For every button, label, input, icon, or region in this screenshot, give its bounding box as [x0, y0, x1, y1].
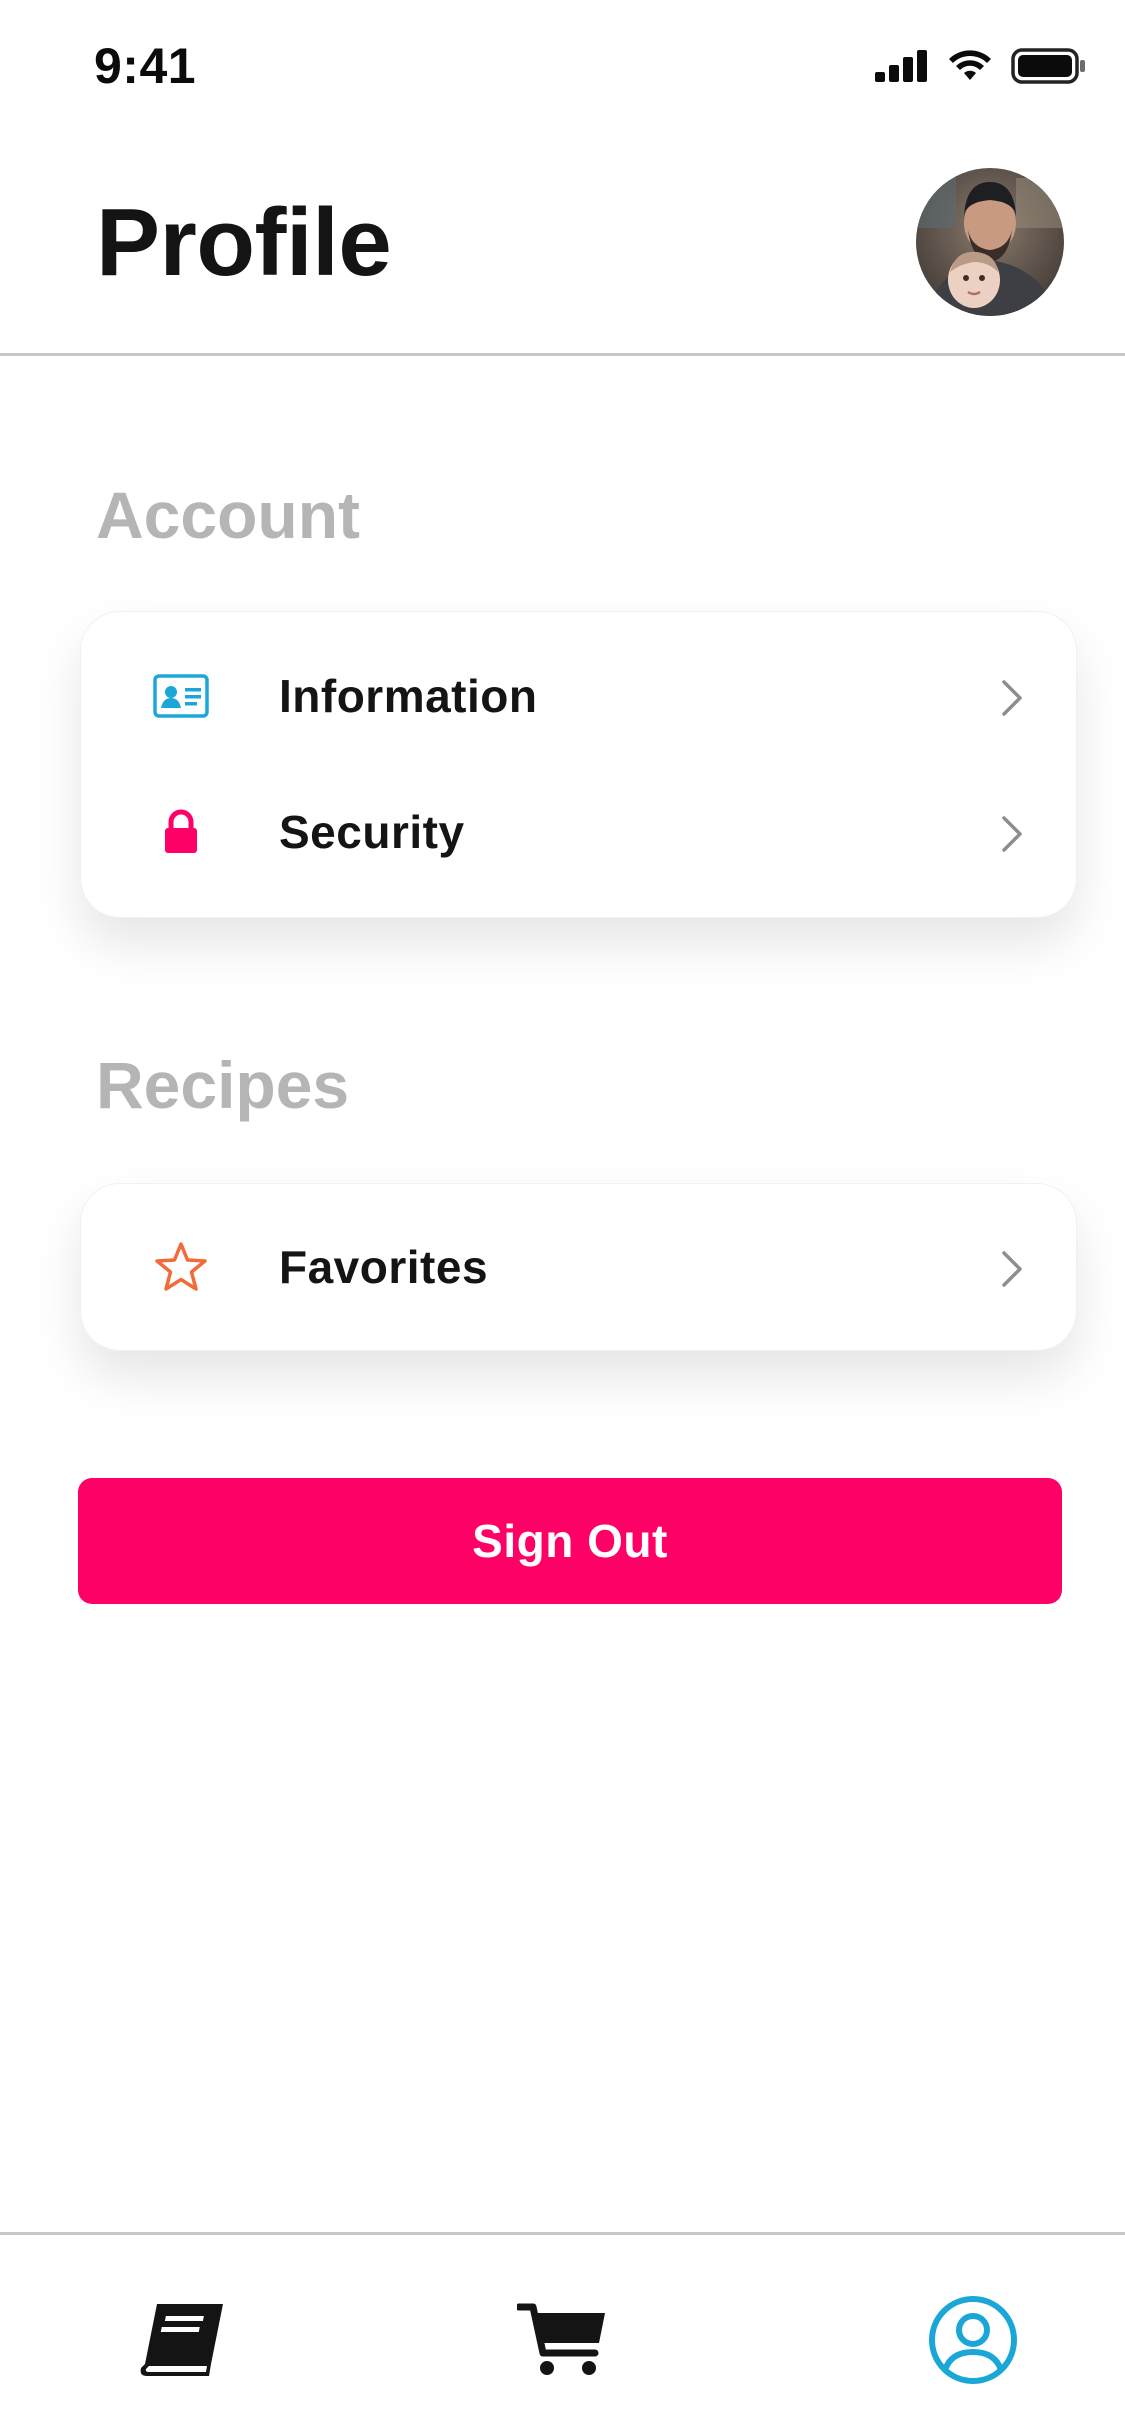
page-title: Profile	[96, 189, 392, 296]
section-heading-recipes: Recipes	[96, 1048, 350, 1122]
row-security[interactable]: Security	[81, 772, 1076, 892]
wifi-icon	[949, 50, 991, 80]
book-icon	[140, 2304, 223, 2376]
tabbar-divider	[0, 2232, 1125, 2235]
header-divider	[0, 353, 1125, 356]
chevron-right-icon	[1002, 680, 1022, 716]
battery-icon	[1011, 48, 1085, 84]
status-time: 9:41	[94, 38, 197, 94]
id-card-icon	[151, 666, 211, 726]
chevron-right-icon	[1002, 1251, 1022, 1287]
signal-icon	[875, 50, 927, 82]
row-information[interactable]: Information	[81, 636, 1076, 756]
row-label-favorites: Favorites	[279, 1241, 489, 1293]
row-favorites[interactable]: Favorites	[81, 1207, 1076, 1327]
tab-recipes[interactable]	[128, 2290, 238, 2390]
tab-profile[interactable]	[918, 2290, 1028, 2390]
sign-out-button[interactable]: Sign Out	[78, 1478, 1062, 1604]
chevron-right-icon	[1002, 816, 1022, 852]
avatar-photo	[916, 168, 1064, 316]
lock-icon	[151, 802, 211, 862]
avatar[interactable]	[916, 168, 1064, 316]
recipes-card: Favorites	[80, 1183, 1077, 1351]
status-icons	[875, 44, 1087, 88]
row-label-security: Security	[279, 806, 465, 858]
tab-cart[interactable]	[508, 2290, 618, 2390]
star-icon	[151, 1237, 211, 1297]
row-label-information: Information	[279, 670, 538, 722]
account-card: Information Security	[80, 611, 1077, 918]
user-circle-icon	[929, 2296, 1017, 2384]
section-heading-account: Account	[96, 478, 360, 552]
cart-icon	[517, 2303, 605, 2375]
